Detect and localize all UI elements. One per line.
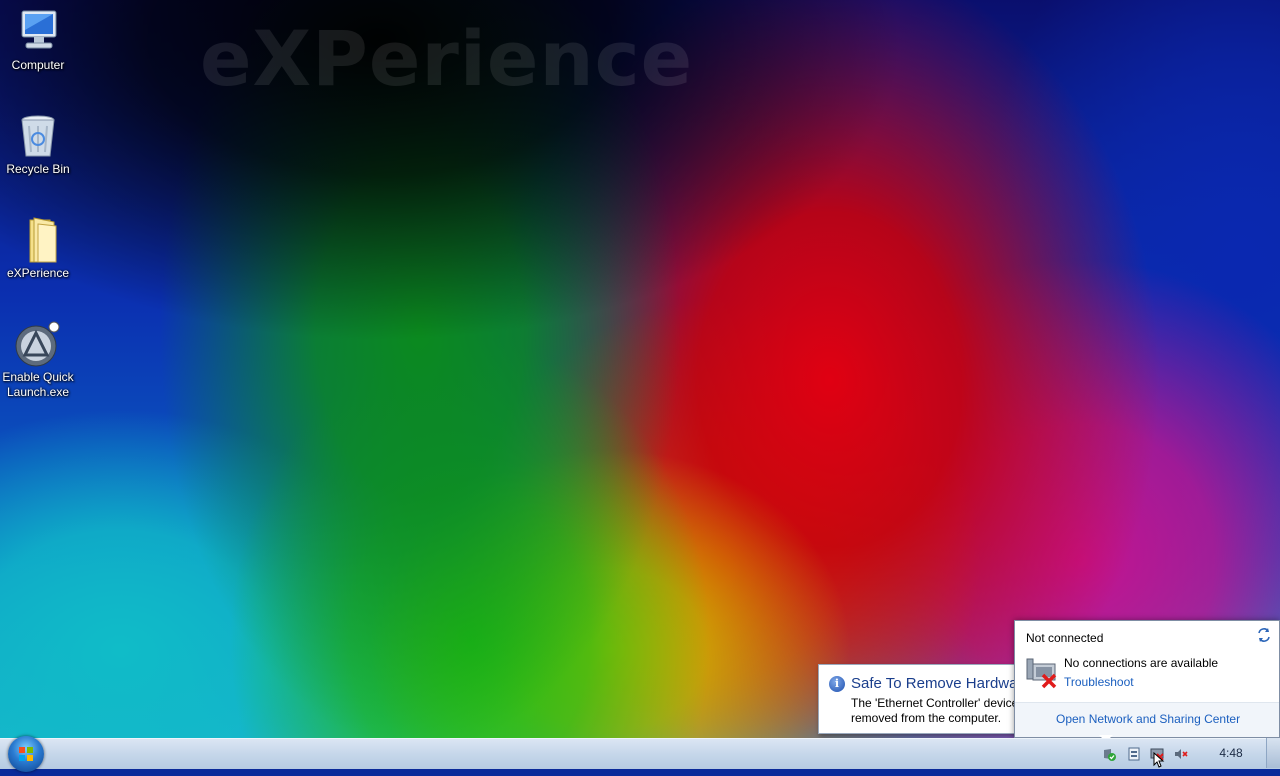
desktop-icon-computer[interactable]: Computer [0,8,76,73]
desktop-icon-experience-folder[interactable]: eXPerience [0,216,76,281]
show-desktop-button[interactable] [1266,738,1280,768]
notification-body-line: removed from the computer. [851,711,1002,725]
open-network-sharing-center-link[interactable]: Open Network and Sharing Center [1056,712,1240,726]
troubleshoot-link[interactable]: Troubleshoot [1064,675,1134,689]
desktop-icon-recycle-bin[interactable]: Recycle Bin [0,112,76,177]
desktop-icon-label: Recycle Bin [6,162,70,176]
computer-icon [14,8,62,56]
network-flyout: Not connected No connections are availab… [1014,620,1280,738]
notification-body-line: The 'Ethernet Controller' device can now… [851,696,1029,710]
network-disconnected-icon [1025,655,1059,689]
wallpaper-watermark: eXPerience [200,14,694,103]
notification-title: Safe To Remove Hardware [851,675,1030,692]
desktop-icon-enable-quick-launch[interactable]: Enable Quick Launch.exe [0,320,76,400]
start-button[interactable] [8,736,44,772]
taskbar [0,738,1280,769]
action-center-icon[interactable] [1102,746,1116,761]
info-icon: i [829,676,845,692]
taskbar-clock[interactable]: 4:48 [1208,746,1254,760]
desktop-icon-label: eXPerience [6,266,70,280]
windows-logo-icon [19,747,33,761]
recycle-bin-icon [14,112,62,160]
notification-body: The 'Ethernet Controller' device can now… [851,696,1029,726]
app-icon [14,320,62,368]
desktop-icon-label: Enable Quick Launch.exe [2,370,74,399]
desktop-icon-label: Computer [11,58,65,72]
refresh-icon[interactable] [1256,627,1272,643]
folder-icon [14,216,62,264]
safely-remove-icon[interactable] [1127,746,1141,761]
safe-remove-notification[interactable]: i Safe To Remove Hardware The 'Ethernet … [818,664,1030,734]
volume-muted-icon[interactable] [1174,746,1188,760]
connection-message: No connections are available [1064,656,1219,670]
connection-status: Not connected [1026,631,1104,645]
mouse-cursor [1153,751,1165,768]
